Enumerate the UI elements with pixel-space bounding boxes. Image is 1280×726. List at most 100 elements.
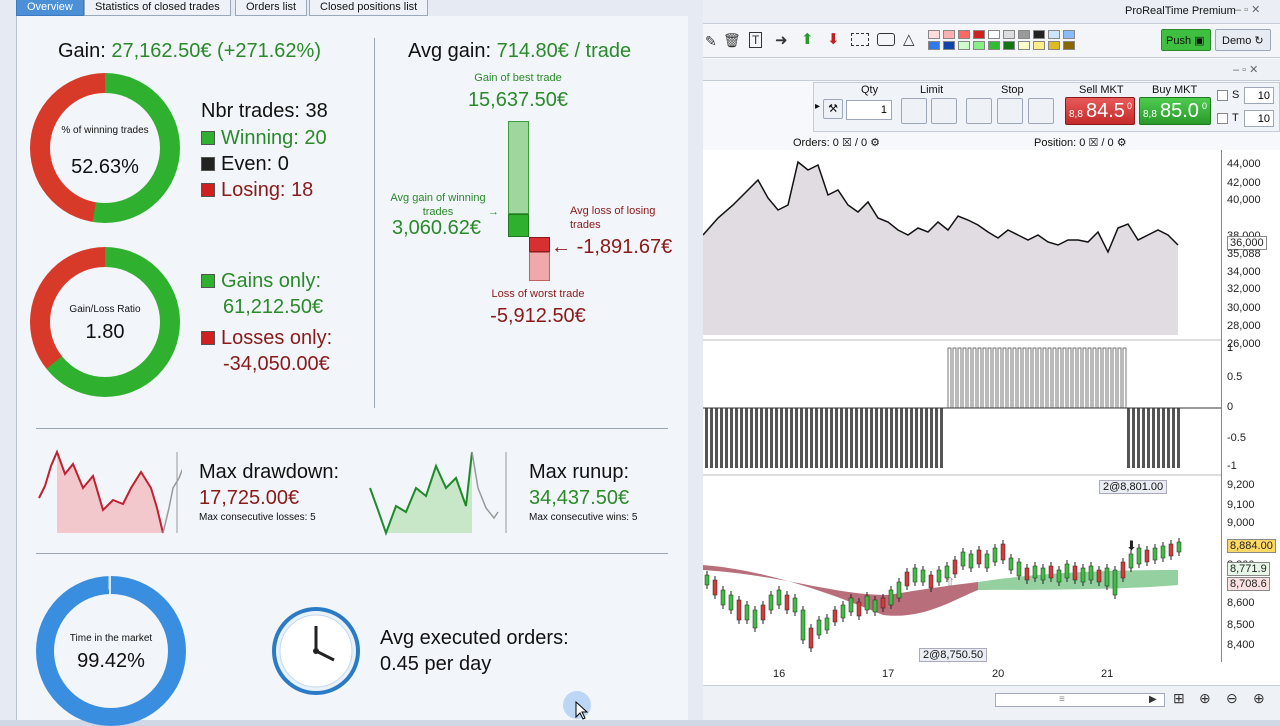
trash-icon[interactable]: 🗑 bbox=[723, 32, 741, 49]
candle-body bbox=[760, 604, 766, 621]
palette-swatch[interactable] bbox=[1018, 30, 1030, 39]
scrollbar-grip[interactable]: ≡ bbox=[1059, 694, 1065, 705]
candle-body bbox=[1144, 549, 1150, 563]
demo-button[interactable]: Demo ↻ bbox=[1215, 29, 1271, 51]
order-bar-expand-icon[interactable]: ▸ bbox=[815, 101, 820, 112]
avg-win-arrow: → bbox=[488, 206, 499, 218]
buy-mkt-button[interactable]: 8,8 85.0 0 bbox=[1139, 97, 1211, 125]
stop-buy-button[interactable] bbox=[966, 98, 992, 124]
palette-swatch[interactable] bbox=[988, 41, 1000, 50]
horizontal-scrollbar[interactable] bbox=[995, 693, 1165, 707]
axis-tick-label: 9,200 bbox=[1227, 479, 1255, 491]
palette-swatch[interactable] bbox=[1018, 41, 1030, 50]
worst-trade-value: -5,912.50€ bbox=[490, 305, 586, 327]
palette-swatch[interactable] bbox=[973, 30, 985, 39]
palette-swatch[interactable] bbox=[1063, 41, 1075, 50]
palette-swatch[interactable] bbox=[943, 30, 955, 39]
position-bar-long bbox=[957, 347, 962, 409]
best-trade-bar bbox=[508, 121, 529, 214]
orders-gear-icon[interactable]: ⚙ bbox=[870, 137, 880, 149]
position-bar-short bbox=[720, 408, 723, 468]
tab-overview[interactable]: Overview bbox=[16, 0, 84, 16]
stop-extra-button[interactable] bbox=[1028, 98, 1054, 124]
position-bar-short bbox=[940, 408, 943, 468]
qty-input[interactable]: 1 bbox=[846, 100, 892, 120]
candle-body bbox=[984, 553, 990, 569]
arrow-right-icon[interactable]: ➜ bbox=[775, 31, 788, 49]
zoom-fit-icon[interactable]: ⊞ bbox=[1173, 690, 1185, 707]
push-button[interactable]: Push ▣ bbox=[1161, 29, 1211, 51]
candle-body bbox=[1120, 561, 1126, 579]
position-bar-short bbox=[750, 408, 753, 468]
text-tool-icon[interactable]: T bbox=[749, 32, 763, 48]
scroll-right-icon[interactable]: ▶ bbox=[1149, 694, 1157, 705]
palette-swatch[interactable] bbox=[958, 30, 970, 39]
tab-statistics-closed-trades[interactable]: Statistics of closed trades bbox=[84, 0, 231, 16]
t-checkbox[interactable] bbox=[1217, 113, 1228, 124]
sell-arrow-icon[interactable]: ⬇ bbox=[827, 30, 840, 48]
axis-tick-label: -0.5 bbox=[1227, 432, 1246, 444]
palette-swatch[interactable] bbox=[958, 41, 970, 50]
avg-gain-value: 714.80€ / trade bbox=[496, 40, 632, 62]
palette-swatch[interactable] bbox=[1033, 41, 1045, 50]
limit-buy-button[interactable] bbox=[901, 98, 927, 124]
palette-swatch[interactable] bbox=[1048, 41, 1060, 50]
sell-mkt-button[interactable]: 8,8 84.5 0 bbox=[1065, 97, 1135, 125]
color-palette[interactable] bbox=[928, 30, 1080, 52]
losses-only-text: Losses only: bbox=[221, 327, 333, 349]
s-input[interactable]: 10 bbox=[1244, 87, 1274, 104]
limit-sell-button[interactable] bbox=[931, 98, 957, 124]
gain-summary: Gain: 27,162.50€ (+271.62%) bbox=[58, 40, 321, 63]
palette-swatch[interactable] bbox=[973, 41, 985, 50]
candle-body bbox=[920, 569, 926, 583]
chart-window-controls[interactable]: – ▫ ✕ bbox=[1233, 63, 1258, 76]
position-bar-long bbox=[962, 347, 967, 409]
buy-arrow-icon[interactable]: ⬆ bbox=[801, 30, 814, 48]
position-bar-short bbox=[900, 408, 903, 468]
palette-swatch[interactable] bbox=[1063, 30, 1075, 39]
drawdown-tail bbox=[162, 468, 182, 534]
zoom-custom-icon[interactable]: ⊕ bbox=[1199, 690, 1211, 707]
avg-loss-amount: -1,891.67€ bbox=[576, 236, 673, 258]
position-x-icon[interactable]: ☒ bbox=[1088, 137, 1098, 149]
candle-body bbox=[784, 594, 790, 611]
palette-swatch[interactable] bbox=[1048, 30, 1060, 39]
t-label: T bbox=[1232, 112, 1239, 124]
zoom-in-icon[interactable]: ⊕ bbox=[1253, 690, 1265, 707]
sell-mkt-label: Sell MKT bbox=[1079, 84, 1124, 96]
stop-sell-button[interactable] bbox=[997, 98, 1023, 124]
palette-swatch[interactable] bbox=[928, 41, 940, 50]
candle-body bbox=[1032, 565, 1038, 579]
runup-label: Max runup: bbox=[529, 461, 630, 483]
tab-orders-list[interactable]: Orders list bbox=[235, 0, 308, 16]
window-controls[interactable]: – ▫ ✕ bbox=[1235, 3, 1260, 16]
triangle-tool-icon[interactable]: △ bbox=[903, 30, 915, 48]
tab-closed-positions-list[interactable]: Closed positions list bbox=[309, 0, 429, 16]
candle-body bbox=[1040, 567, 1046, 581]
position-bar-long bbox=[987, 347, 992, 409]
rectangle-tool-icon[interactable] bbox=[851, 33, 869, 46]
palette-swatch[interactable] bbox=[928, 30, 940, 39]
zoom-out-icon[interactable]: ⊖ bbox=[1226, 690, 1238, 707]
position-bar-long bbox=[1067, 347, 1072, 409]
palette-swatch[interactable] bbox=[943, 41, 955, 50]
palette-swatch[interactable] bbox=[1033, 30, 1045, 39]
orders-x-icon[interactable]: ☒ bbox=[842, 137, 852, 149]
position-bar-long bbox=[1022, 347, 1027, 409]
palette-swatch[interactable] bbox=[1003, 41, 1015, 50]
pencil-icon[interactable]: ✎ bbox=[705, 33, 717, 50]
s-checkbox[interactable] bbox=[1217, 90, 1228, 101]
position-gear-icon[interactable]: ⚙ bbox=[1117, 137, 1127, 149]
axis-tick-label: 44,000 bbox=[1227, 158, 1261, 170]
position-bar-short bbox=[910, 408, 913, 468]
winning-count: Winning: 20 bbox=[201, 127, 327, 150]
wrench-icon[interactable]: ⚒ bbox=[823, 99, 843, 119]
palette-swatch[interactable] bbox=[988, 30, 1000, 39]
price-chart[interactable]: ⬇⇧ bbox=[703, 150, 1280, 695]
t-input[interactable]: 10 bbox=[1244, 110, 1274, 127]
shape-tool-icon[interactable] bbox=[877, 33, 895, 46]
performance-report-panel: Overview Statistics of closed trades Ord… bbox=[0, 0, 703, 726]
market-ring-value: 99.42% bbox=[77, 650, 145, 672]
palette-swatch[interactable] bbox=[1003, 30, 1015, 39]
axis-tick-label: 8,500 bbox=[1227, 619, 1255, 631]
